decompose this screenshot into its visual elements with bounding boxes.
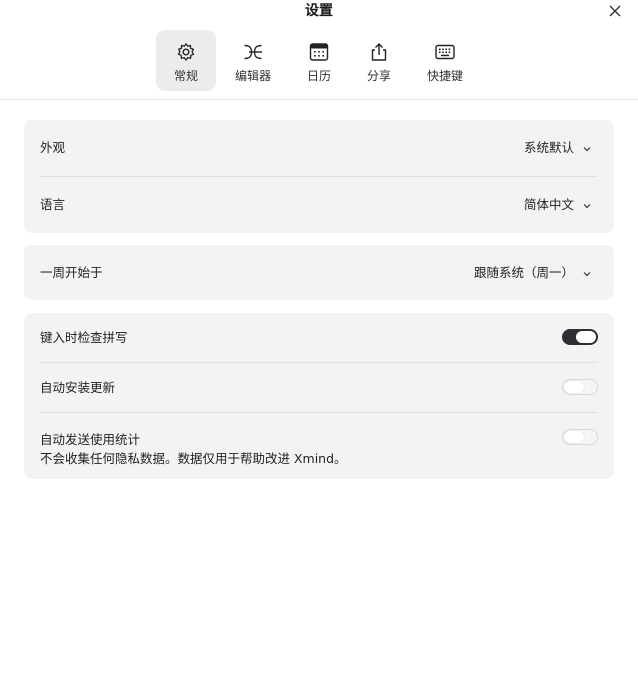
preferences-card: 键入时检查拼写 自动安装更新 自动发送使用统计 不会收集任何隐私数据。数据仅用于… [24, 313, 614, 479]
toggle-knob [564, 381, 584, 393]
week-start-label: 一周开始于 [40, 265, 103, 280]
header-divider [0, 99, 638, 100]
spellcheck-toggle[interactable] [562, 329, 598, 345]
tab-general[interactable]: 常规 [156, 30, 216, 91]
tab-label: 常规 [173, 69, 198, 83]
editor-icon [244, 44, 262, 60]
appearance-language-card: 外观 系统默认 语言 简体中文 [24, 120, 614, 233]
toggle-knob [576, 331, 596, 343]
close-icon[interactable] [607, 3, 623, 19]
language-label: 语言 [40, 197, 66, 212]
week-start-row: 一周开始于 跟随系统（周一） [40, 245, 598, 300]
appearance-select[interactable]: 系统默认 [524, 120, 592, 176]
usage-stats-row: 自动发送使用统计 不会收集任何隐私数据。数据仅用于帮助改进 Xmind。 [40, 413, 598, 479]
chevron-down-icon [583, 146, 591, 151]
chevron-down-icon [583, 271, 591, 276]
tab-label: 日历 [306, 69, 331, 83]
appearance-value: 系统默认 [523, 140, 574, 155]
tab-label: 快捷键 [426, 69, 463, 83]
keyboard-icon [435, 44, 455, 60]
week-start-select[interactable]: 跟随系统（周一） [474, 245, 592, 300]
auto-update-row: 自动安装更新 [40, 363, 598, 412]
appearance-label: 外观 [40, 140, 66, 155]
calendar-icon [309, 43, 329, 61]
tab-shortcuts[interactable]: 快捷键 [414, 30, 476, 91]
appearance-row: 外观 系统默认 [40, 120, 598, 176]
share-icon [371, 43, 387, 61]
auto-update-label: 自动安装更新 [40, 380, 116, 395]
spellcheck-label: 键入时检查拼写 [40, 330, 128, 345]
auto-update-toggle[interactable] [562, 379, 598, 395]
tab-label: 编辑器 [234, 69, 271, 83]
chevron-down-icon [583, 203, 591, 208]
usage-stats-description: 不会收集任何隐私数据。数据仅用于帮助改进 Xmind。 [40, 451, 347, 466]
spellcheck-row: 键入时检查拼写 [40, 313, 598, 362]
tab-share[interactable]: 分享 [352, 30, 406, 91]
tab-label: 分享 [366, 69, 391, 83]
window-title: 设置 [305, 3, 333, 19]
language-row: 语言 简体中文 [40, 177, 598, 233]
language-select[interactable]: 简体中文 [524, 177, 592, 233]
tab-editor[interactable]: 编辑器 [224, 30, 282, 91]
week-start-card: 一周开始于 跟随系统（周一） [24, 245, 614, 300]
settings-tabs: 常规 编辑器 日历 分享 快捷键 [0, 30, 638, 92]
gear-icon [177, 43, 195, 61]
week-start-value: 跟随系统（周一） [473, 265, 574, 280]
language-value: 简体中文 [523, 197, 574, 212]
toggle-knob [564, 431, 584, 443]
usage-stats-label: 自动发送使用统计 [40, 432, 141, 447]
tab-calendar[interactable]: 日历 [292, 30, 346, 91]
usage-stats-toggle[interactable] [562, 429, 598, 445]
